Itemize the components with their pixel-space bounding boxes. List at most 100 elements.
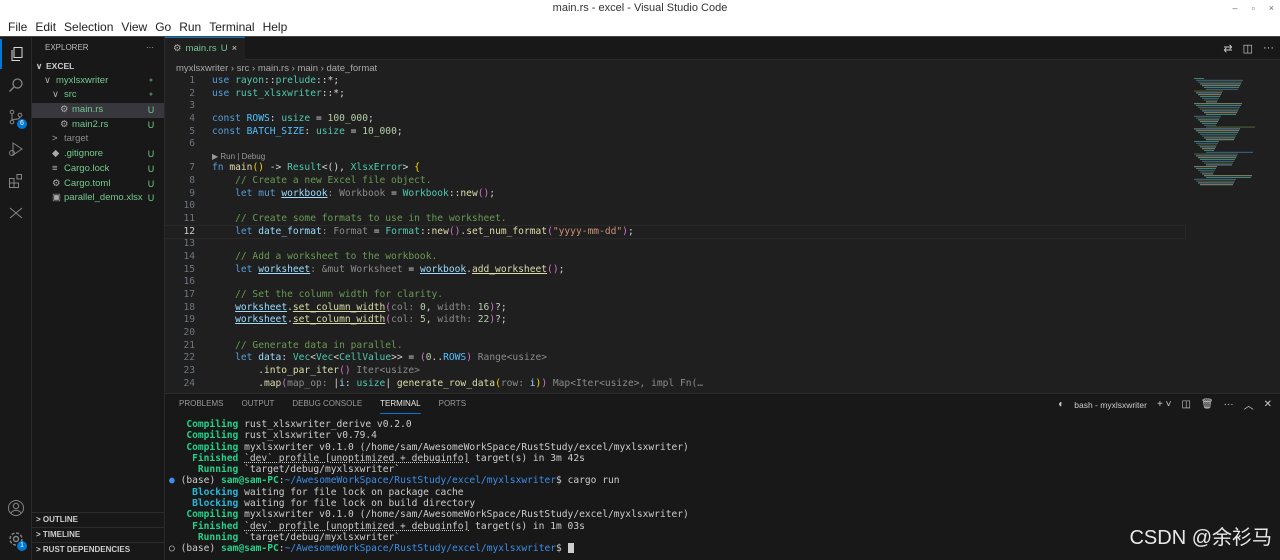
rust-dependencies-section[interactable]: > RUST DEPENDENCIES <box>32 542 165 557</box>
tree-item-label: target <box>64 133 89 145</box>
tree-item[interactable]: ⚙ Cargo.toml U <box>32 177 164 192</box>
terminal-text: $ cargo run <box>556 475 620 487</box>
panel-tab-ports[interactable]: PORTS <box>439 394 466 414</box>
line-number: 23 <box>183 365 195 377</box>
tree-item[interactable]: ∨ myxlsxwriter ● <box>32 74 164 89</box>
split-terminal-icon[interactable]: ◫ <box>1181 399 1190 410</box>
code-view[interactable]: 1 use rayon::prelude::*; 2 use rust_xlsxwri… <box>164 75 1186 391</box>
menu-go[interactable]: Go <box>151 17 175 36</box>
open-changes-icon[interactable]: ⇄ <box>1223 42 1232 55</box>
breadcrumb-item[interactable]: main.rs <box>258 63 289 74</box>
code-token: XlsxError <box>350 162 403 174</box>
minimap-line <box>1202 97 1219 99</box>
menu-help[interactable]: Help <box>259 17 292 36</box>
kill-terminal-icon[interactable]: 🗑 <box>1201 399 1214 410</box>
code-token: usize <box>356 377 386 389</box>
maximize-panel-icon[interactable]: ︿ <box>1244 397 1254 412</box>
code-token: use <box>212 87 236 99</box>
code-token: Range<usize> <box>472 352 548 364</box>
more-actions-icon[interactable]: ··· <box>1263 42 1274 55</box>
explorer-more-button[interactable]: ··· <box>146 37 154 59</box>
tree-item-label: myxlsxwriter <box>56 74 109 86</box>
line-number: 18 <box>183 301 195 313</box>
split-editor-icon[interactable]: ◫ <box>1243 42 1253 55</box>
breadcrumb-item[interactable]: main <box>297 63 318 74</box>
explorer-icon[interactable] <box>0 39 32 69</box>
tree-item[interactable]: ⚙ main.rs U <box>32 103 164 118</box>
workspace-root[interactable]: ∨ EXCEL <box>32 59 164 74</box>
timeline-section[interactable]: > TIMELINE <box>32 527 165 542</box>
menu-view[interactable]: View <box>117 17 151 36</box>
close-tab-button[interactable]: × <box>232 38 238 60</box>
new-terminal-button[interactable]: + ˅ <box>1157 399 1171 410</box>
breadcrumb-item[interactable]: date_format <box>326 63 377 74</box>
rust-file-icon: ⚙ <box>173 43 182 54</box>
breadcrumb-item[interactable]: src <box>237 63 250 74</box>
account-icon[interactable] <box>0 493 32 523</box>
menu-selection[interactable]: Selection <box>60 17 117 36</box>
code-line: 13 <box>165 238 1185 251</box>
watermark: CSDN @余衫马 <box>1129 527 1272 549</box>
line-text: worksheet.set_column_width(col: 5, width… <box>212 314 507 327</box>
tree-item[interactable]: > target <box>32 132 164 147</box>
code-token: into_par_iter <box>263 365 340 377</box>
tree-item-label: parallel_demo.xlsx <box>64 192 143 204</box>
bottom-panel: PROBLEMS OUTPUT DEBUG CONSOLE TERMINAL PORTS… <box>165 393 1280 560</box>
code-token: date_format <box>258 225 322 237</box>
line-number: 4 <box>189 113 195 125</box>
tree-item[interactable]: ▣ parallel_demo.xlsx U <box>32 191 164 206</box>
more-icon[interactable]: ··· <box>1224 399 1234 410</box>
tree-item[interactable]: ⚙ main2.rs U <box>32 118 164 133</box>
menu-terminal[interactable]: Terminal <box>205 17 258 36</box>
code-token: Map<Iter<usize>, impl Fn(… <box>547 377 704 389</box>
code-token: ; <box>489 187 496 199</box>
minimap-line <box>1198 81 1242 83</box>
line-number: 8 <box>189 174 195 186</box>
minimap[interactable] <box>1190 74 1270 214</box>
minimize-button[interactable]: – <box>1233 0 1238 17</box>
menu-run[interactable]: Run <box>175 17 205 36</box>
extensions-icon[interactable] <box>0 166 32 196</box>
codelens-run-debug[interactable]: ▶ Run | Debug <box>165 151 1185 162</box>
maximize-button[interactable]: ▫ <box>1252 0 1255 17</box>
minimap-line <box>1194 178 1236 180</box>
tree-item[interactable]: ≡ Cargo.lock U <box>32 162 164 177</box>
breadcrumb-item[interactable]: myxlsxwriter <box>176 63 228 74</box>
tree-item[interactable]: ◆ .gitignore U <box>32 147 164 162</box>
panel-tab-terminal[interactable]: TERMINAL <box>380 394 421 414</box>
code-line: 20 <box>165 327 1185 340</box>
remote-explorer-icon[interactable] <box>0 198 32 228</box>
panel-tab-output[interactable]: OUTPUT <box>241 394 274 414</box>
line-number: 21 <box>183 339 195 351</box>
menu-edit[interactable]: Edit <box>31 17 60 36</box>
terminal-line: ● (base) sam@sam-PC:~/AwesomeWorkSpace/R… <box>169 475 689 486</box>
run-debug-icon[interactable] <box>0 134 32 164</box>
minimap-line <box>1198 94 1221 96</box>
search-icon[interactable] <box>0 70 32 100</box>
close-panel-icon[interactable]: ✕ <box>1264 399 1272 410</box>
minimap-line <box>1196 79 1243 81</box>
minimap-line <box>1202 123 1217 124</box>
panel-tab-problems[interactable]: PROBLEMS <box>179 394 223 414</box>
minimap-line <box>1202 160 1234 162</box>
breadcrumb-separator: › <box>249 63 258 74</box>
code-token: Format <box>385 225 420 237</box>
menu-file[interactable]: File <box>4 17 31 36</box>
code-token: // Add a worksheet to the workbook. <box>212 250 438 262</box>
explorer-sidebar: EXPLORER ··· ∨ EXCEL ∨ myxlsxwriter ● ∨ src ● ⚙ m… <box>32 37 165 560</box>
line-text: let data: Vec<Vec<CellValue>> = (0..ROWS… <box>212 352 547 365</box>
minimap-line <box>1204 175 1252 177</box>
settings-gear-icon[interactable]: 1 <box>0 524 32 554</box>
terminal-text: (base) <box>180 475 221 487</box>
terminal-output[interactable]: Compiling rust_xlsxwriter_derive v0.2.0 … <box>169 419 689 555</box>
terminal-text: sam@sam-PC <box>221 543 279 555</box>
panel-tab-debug-console[interactable]: DEBUG CONSOLE <box>292 394 362 414</box>
terminal-name[interactable]: bash - myxlsxwriter <box>1074 400 1147 410</box>
code-token: new <box>431 225 449 237</box>
outline-section[interactable]: > OUTLINE <box>32 512 165 527</box>
tree-item[interactable]: ∨ src ● <box>32 88 164 103</box>
source-control-icon[interactable]: 6 <box>0 102 32 132</box>
code-token: ; <box>627 225 634 237</box>
tab-main-rs[interactable]: ⚙ main.rs U × <box>165 37 246 60</box>
close-window-button[interactable]: × <box>1269 0 1274 17</box>
